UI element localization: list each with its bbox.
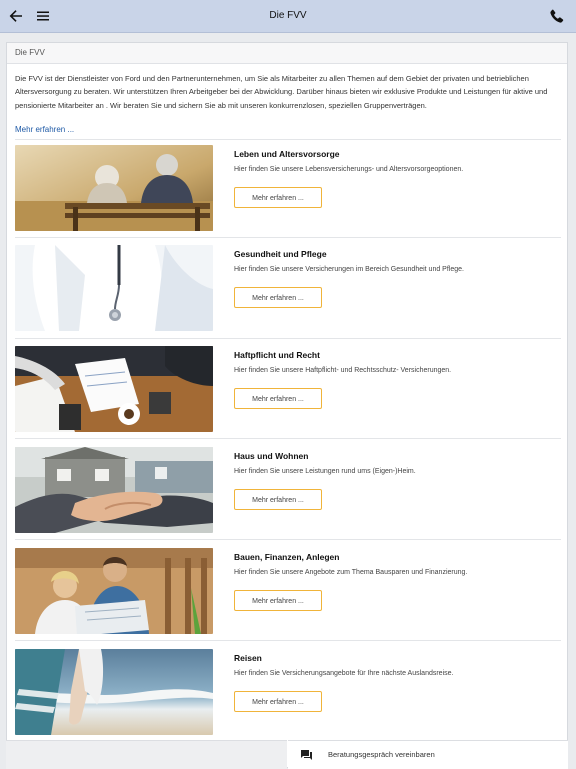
- divider: [15, 438, 561, 439]
- list-item-gesundheit: Gesundheit und Pflege Hier finden Sie un…: [15, 245, 563, 331]
- item-title: Reisen: [234, 653, 262, 663]
- item-description: Hier finden Sie unsere Angebote zum Them…: [234, 569, 468, 576]
- bottom-bar-spacer: [6, 740, 287, 769]
- more-button-gesundheit[interactable]: Mehr erfahren ...: [234, 287, 322, 308]
- appointment-button[interactable]: Beratungsgespräch vereinbaren: [288, 740, 568, 769]
- image-couple-plans: [15, 548, 213, 634]
- page-title: Die FVV: [269, 10, 307, 21]
- more-info-link[interactable]: Mehr erfahren ...: [15, 125, 74, 134]
- more-button-haus[interactable]: Mehr erfahren ...: [234, 489, 322, 510]
- list-item-bauen: Bauen, Finanzen, Anlegen Hier finden Sie…: [15, 548, 563, 634]
- item-title: Haus und Wohnen: [234, 451, 309, 461]
- more-button-bauen[interactable]: Mehr erfahren ...: [234, 590, 322, 611]
- item-description: Hier finden Sie unsere Haftpflicht- und …: [234, 367, 452, 374]
- image-meeting-documents: [15, 346, 213, 432]
- item-title: Bauen, Finanzen, Anlegen: [234, 552, 340, 562]
- divider: [15, 237, 561, 238]
- divider: [15, 139, 561, 140]
- intro-text: Die FVV ist der Dienstleister von Ford u…: [15, 74, 548, 110]
- list-item-reisen: Reisen Hier finden Sie Versicherungsange…: [15, 649, 563, 735]
- image-beach: [15, 649, 213, 735]
- divider: [15, 539, 561, 540]
- content-card: Die FVV Die FVV ist der Dienstleister vo…: [6, 42, 568, 768]
- app-bar: Die FVV: [0, 0, 576, 33]
- list-item-leben: Leben und Altersvorsorge Hier finden Sie…: [15, 145, 563, 231]
- phone-icon[interactable]: [549, 8, 565, 24]
- image-handshake-house: [15, 447, 213, 533]
- item-description: Hier finden Sie unsere Versicherungen im…: [234, 266, 464, 273]
- item-title: Haftpflicht und Recht: [234, 350, 320, 360]
- chat-bubbles-icon: [301, 750, 312, 760]
- bottom-bar: Beratungsgespräch vereinbaren: [0, 740, 576, 769]
- more-button-haftpflicht[interactable]: Mehr erfahren ...: [234, 388, 322, 409]
- more-button-reisen[interactable]: Mehr erfahren ...: [234, 691, 322, 712]
- item-description: Hier finden Sie unsere Lebensversicherun…: [234, 166, 464, 173]
- divider: [15, 640, 561, 641]
- more-button-leben[interactable]: Mehr erfahren ...: [234, 187, 322, 208]
- item-description: Hier finden Sie Versicherungsangebote fü…: [234, 670, 454, 677]
- item-title: Gesundheit und Pflege: [234, 249, 327, 259]
- list-item-haus: Haus und Wohnen Hier finden Sie unsere L…: [15, 447, 563, 533]
- list-item-haftpflicht: Haftpflicht und Recht Hier finden Sie un…: [15, 346, 563, 432]
- item-title: Leben und Altersvorsorge: [234, 149, 340, 159]
- item-description: Hier finden Sie unsere Leistungen rund u…: [234, 468, 416, 475]
- section-header: Die FVV: [7, 43, 567, 64]
- appointment-label: Beratungsgespräch vereinbaren: [328, 750, 435, 759]
- divider: [15, 338, 561, 339]
- image-doctor: [15, 245, 213, 331]
- image-elderly-couple: [15, 145, 213, 231]
